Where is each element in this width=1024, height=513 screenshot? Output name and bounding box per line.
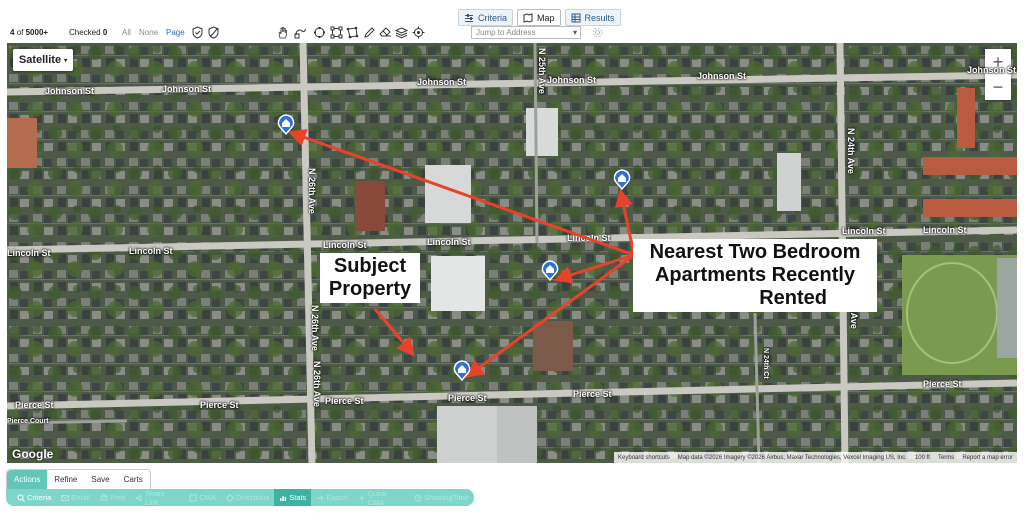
cma-action-label: CMA xyxy=(199,493,216,502)
share-link-action-label: Share Link xyxy=(144,488,165,507)
tab-map[interactable]: Map xyxy=(517,9,561,26)
callout-line: Apartments Recently xyxy=(654,264,856,286)
quick-cma-icon xyxy=(359,494,365,501)
callout-line: Rented xyxy=(759,287,827,309)
map-data-credit: Map data ©2026 Imagery ©2026 Airbus, Max… xyxy=(677,454,907,461)
export-action-label: Export xyxy=(326,493,348,502)
result-total: 5000+ xyxy=(25,28,49,37)
keyboard-shortcuts-link[interactable]: Keyboard shortcuts xyxy=(618,455,670,461)
gear-icon[interactable] xyxy=(591,26,604,39)
pencil-icon[interactable] xyxy=(363,26,376,39)
arrow xyxy=(287,129,635,257)
jump-placeholder: Jump to Address xyxy=(476,28,536,37)
select-all-link[interactable]: All xyxy=(122,28,131,37)
pan-hand-icon[interactable] xyxy=(276,26,289,39)
criteria-icon xyxy=(17,494,25,502)
sliders-icon xyxy=(465,13,473,22)
share-link-action-button[interactable]: Share Link xyxy=(130,488,184,507)
email-action-button[interactable]: Email xyxy=(56,489,95,506)
print-action-label: Print xyxy=(109,493,126,502)
stats-action-button[interactable]: Stats xyxy=(274,489,312,506)
circle-tool-icon[interactable] xyxy=(313,26,326,39)
tab-actions[interactable]: Actions xyxy=(7,470,48,489)
result-position: 4 xyxy=(10,28,15,37)
checked-label: Checked xyxy=(69,28,101,37)
check-shield-icon[interactable] xyxy=(191,26,204,39)
result-of-label: of xyxy=(16,28,24,37)
bottom-tabs: Actions Refine Save Carts xyxy=(6,469,151,490)
select-page-link[interactable]: Page xyxy=(166,28,185,37)
arrow xyxy=(373,308,415,357)
tab-results[interactable]: Results xyxy=(564,9,621,26)
directions-action-label: Directions xyxy=(235,493,270,502)
jump-to-address-select[interactable]: Jump to Address ▾ xyxy=(471,26,581,39)
location-target-icon[interactable] xyxy=(412,26,425,39)
terms-link[interactable]: Terms xyxy=(938,455,954,461)
listing-pin-icon[interactable] xyxy=(453,359,471,381)
select-none-link[interactable]: None xyxy=(139,28,158,37)
criteria-action-label: Criteria xyxy=(27,493,52,502)
view-tabs: Criteria Map Results xyxy=(458,9,621,26)
map-icon xyxy=(523,12,533,23)
tab-carts[interactable]: Carts xyxy=(117,470,150,489)
showingtime-action-button[interactable]: ShowingTime xyxy=(409,489,474,506)
email-action-label: Email xyxy=(71,493,90,502)
arrow xyxy=(553,253,635,284)
share-icon xyxy=(136,494,143,501)
email-icon xyxy=(61,494,70,501)
checked-counter: Checked 0 xyxy=(69,28,107,37)
draw-shape-icon[interactable] xyxy=(294,26,307,39)
cma-icon xyxy=(189,494,197,501)
uncheck-shield-icon[interactable] xyxy=(207,26,220,39)
callout-subject-property: Subject Property xyxy=(320,253,420,303)
rectangle-tool-icon[interactable] xyxy=(330,26,343,39)
showingtime-icon xyxy=(414,494,422,501)
grid-icon xyxy=(571,13,581,22)
listing-pin-icon[interactable] xyxy=(613,168,631,190)
results-toolbar: 4 of 5000+ Checked 0 All None Page Jump … xyxy=(0,25,1024,41)
directions-icon xyxy=(225,493,234,502)
polygon-tool-icon[interactable] xyxy=(346,26,359,39)
print-icon xyxy=(100,494,108,500)
checked-count: 0 xyxy=(102,28,108,37)
showingtime-action-label: ShowingTime xyxy=(423,493,469,502)
callout-line: Nearest Two Bedroom xyxy=(649,241,861,263)
listing-pin-icon[interactable] xyxy=(277,113,295,135)
google-logo: Google xyxy=(12,447,54,461)
tab-criteria[interactable]: Criteria xyxy=(458,9,514,26)
export-action-button[interactable]: Export xyxy=(311,489,353,506)
report-error-link[interactable]: Report a map error xyxy=(962,455,1013,461)
stats-icon xyxy=(280,495,287,501)
callout-apartments: Nearest Two Bedroom Apartments Recently … xyxy=(633,239,877,312)
tab-results-label: Results xyxy=(584,12,615,23)
quick-cma-action-label: Quick CMA xyxy=(367,488,387,507)
quick-cma-action-button[interactable]: Quick CMA xyxy=(353,488,409,507)
directions-action-button[interactable]: Directions xyxy=(221,489,274,506)
scale-bar[interactable]: 100 ft xyxy=(915,455,930,461)
actions-bar: Criteria Email Print Share Link CMA Dire… xyxy=(6,488,474,507)
layers-icon[interactable] xyxy=(394,26,409,39)
map-attribution: Keyboard shortcuts Map data ©2026 Imager… xyxy=(614,452,1017,463)
tab-refine[interactable]: Refine xyxy=(47,470,84,489)
tab-criteria-label: Criteria xyxy=(478,12,508,23)
tab-map-label: Map xyxy=(537,12,555,23)
tab-save[interactable]: Save xyxy=(84,470,116,489)
eraser-icon[interactable] xyxy=(379,26,392,39)
result-counter: 4 of 5000+ xyxy=(10,28,48,37)
chevron-down-icon: ▾ xyxy=(572,28,577,37)
print-action-button[interactable]: Print xyxy=(95,489,130,506)
cma-action-button[interactable]: CMA xyxy=(184,489,221,506)
listing-pin-icon[interactable] xyxy=(541,259,559,281)
export-icon xyxy=(317,495,325,500)
stats-action-label: Stats xyxy=(289,493,307,502)
criteria-action-button[interactable]: Criteria xyxy=(12,489,56,506)
satellite-map[interactable]: Satellite ▾ + − Johnson St Johnson St Jo… xyxy=(7,43,1017,463)
